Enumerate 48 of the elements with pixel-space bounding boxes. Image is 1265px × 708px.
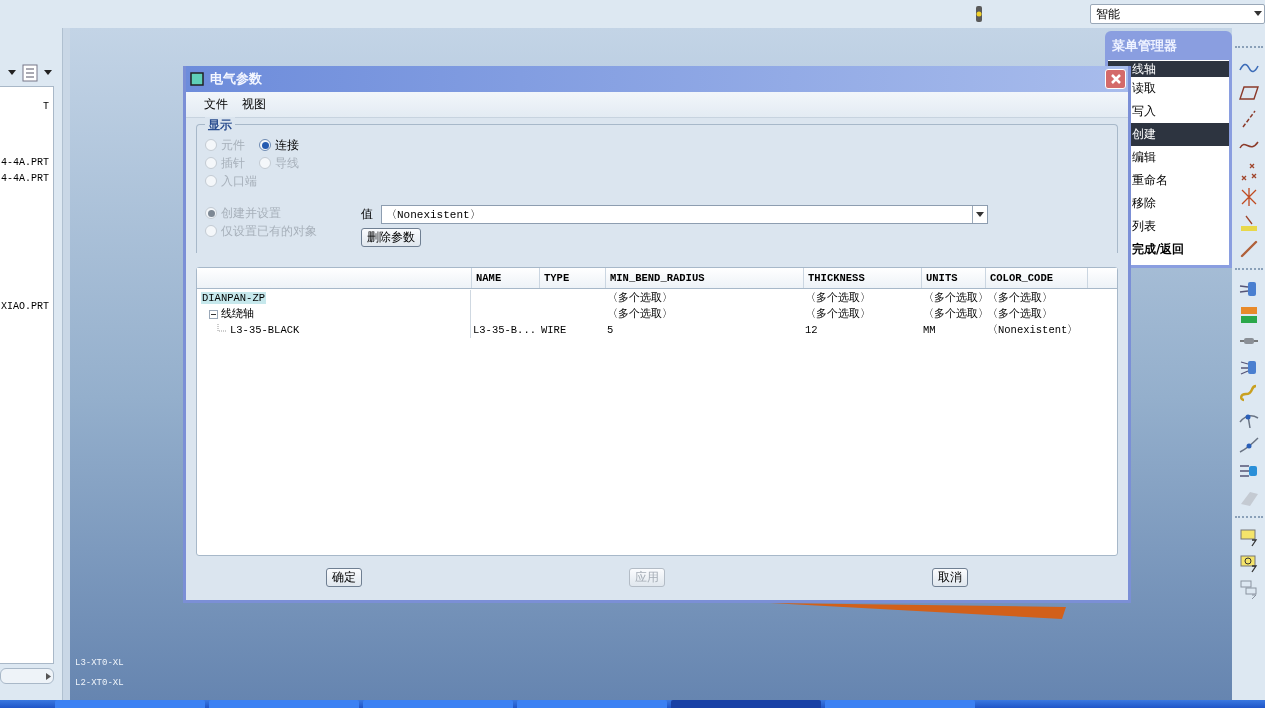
- table-cell-text: 〈多个选取〉: [804, 291, 872, 306]
- table-cell-text: 〈多个选取〉: [986, 291, 1054, 306]
- tree-item[interactable]: 4-4A.PRT: [0, 157, 53, 173]
- table-cell-text: 〈多个选取〉: [606, 291, 674, 306]
- tree-node[interactable]: DIANPAN-ZP: [201, 292, 266, 304]
- table-cell-text: MM: [922, 323, 937, 338]
- tree-node[interactable]: L3-35-BLACK: [229, 324, 301, 336]
- value-combo-box[interactable]: 〈Nonexistent〉: [381, 205, 988, 224]
- radio-button[interactable]: 连接: [259, 137, 319, 153]
- menu-item[interactable]: 列表: [1108, 215, 1229, 238]
- menu-item[interactable]: 读取: [1108, 77, 1229, 100]
- menu-item[interactable]: 文件: [204, 96, 228, 113]
- tree-item[interactable]: T: [0, 101, 53, 117]
- menu-item[interactable]: 编辑: [1108, 146, 1229, 169]
- tree-item[interactable]: 4-4A.PRT: [0, 173, 53, 189]
- table-cell-text: 〈多个选取〉: [922, 307, 985, 322]
- menu-item[interactable]: 完成/返回: [1108, 238, 1229, 261]
- table-cell-text: 〈多个选取〉: [986, 307, 1054, 322]
- table-cell-text: L3-35-B...: [472, 323, 537, 338]
- filter-select[interactable]: 智能: [1090, 4, 1265, 24]
- menu-item[interactable]: 视图: [242, 96, 266, 113]
- group-title: 显示: [205, 117, 235, 134]
- table-cell-text: 〈多个选取〉: [804, 307, 872, 322]
- field-label: 值: [361, 206, 373, 223]
- delete-parameter-button[interactable]: 删除参数: [361, 228, 421, 247]
- table-cell-text: 〈多个选取〉: [606, 307, 674, 322]
- menu-item[interactable]: 写入: [1108, 100, 1229, 123]
- table-cell-text: WIRE: [540, 323, 568, 338]
- status-text: L3-XT0-XL: [75, 658, 124, 668]
- menu-item[interactable]: 重命名: [1108, 169, 1229, 192]
- tree-item[interactable]: XIAO.PRT: [0, 301, 53, 317]
- column-header[interactable]: MIN_BEND_RADIUS: [605, 268, 803, 288]
- window-title: 电气参数: [210, 70, 263, 88]
- table-cell-text: 12: [804, 323, 819, 338]
- column-header[interactable]: TYPE: [539, 268, 605, 288]
- column-header[interactable]: COLOR_CODE: [985, 268, 1087, 288]
- column-header[interactable]: THICKNESS: [803, 268, 921, 288]
- table-cell-text: 〈多个选取〉: [922, 291, 985, 306]
- dialog-button[interactable]: 取消: [932, 568, 968, 587]
- status-text: L2-XT0-XL: [75, 678, 124, 688]
- panel-title: 菜单管理器: [1111, 37, 1178, 55]
- dialog-button[interactable]: 确定: [326, 568, 362, 587]
- menu-item[interactable]: 移除: [1108, 192, 1229, 215]
- column-header[interactable]: UNITS: [921, 268, 985, 288]
- table-cell-text: 5: [606, 323, 615, 338]
- table-cell-text: 〈Nonexistent〉: [986, 323, 1080, 338]
- tree-node[interactable]: 线绕轴: [220, 307, 255, 321]
- column-header[interactable]: NAME: [471, 268, 539, 288]
